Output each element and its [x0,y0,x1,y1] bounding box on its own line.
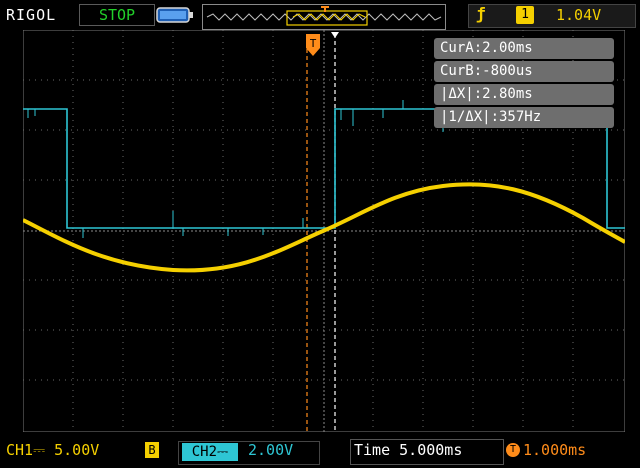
dc-coupling-icon: ⎓ [217,444,229,460]
trigger-status-panel[interactable] [468,4,636,28]
ch2-scale: 2.00V [248,441,294,459]
memory-overview-strip[interactable] [202,4,446,30]
ch1-label: CH1 [6,441,34,459]
trigger-offset-icon: T [506,443,520,457]
ch1-scale: 5.00V [54,441,100,459]
trigger-offset-value[interactable]: 1.000ms [523,441,586,459]
timebase-value: Time 5.000ms [354,441,463,459]
dc-coupling-icon: ⎓ [33,441,46,459]
ch1-bandwidth-limit-badge: B [145,442,159,458]
ch2-label-badge: CH2⎓ [182,443,238,461]
trigger-level-value: 1.04V [556,6,602,24]
cursor-measurement-panel: CurA:2.00ms CurB:-800us |ΔX|:2.80ms |1/Δ… [434,38,614,130]
brand-logo: RIGOL [6,6,57,24]
svg-text:T: T [310,37,317,50]
battery-icon [156,7,193,23]
cursor-a-readout: CurA:2.00ms [434,38,614,59]
inverse-delta-x-readout: |1/ΔX|:357Hz [434,107,614,128]
cursor-b-readout: CurB:-800us [434,61,614,82]
trigger-source-badge: 1 [516,6,534,24]
rising-edge-icon: ƒ [476,4,486,23]
run-stop-indicator[interactable]: STOP [79,4,155,26]
delta-x-readout: |ΔX|:2.80ms [434,84,614,105]
ch1-scale-indicator[interactable]: CH1⎓ 5.00V [6,441,99,459]
